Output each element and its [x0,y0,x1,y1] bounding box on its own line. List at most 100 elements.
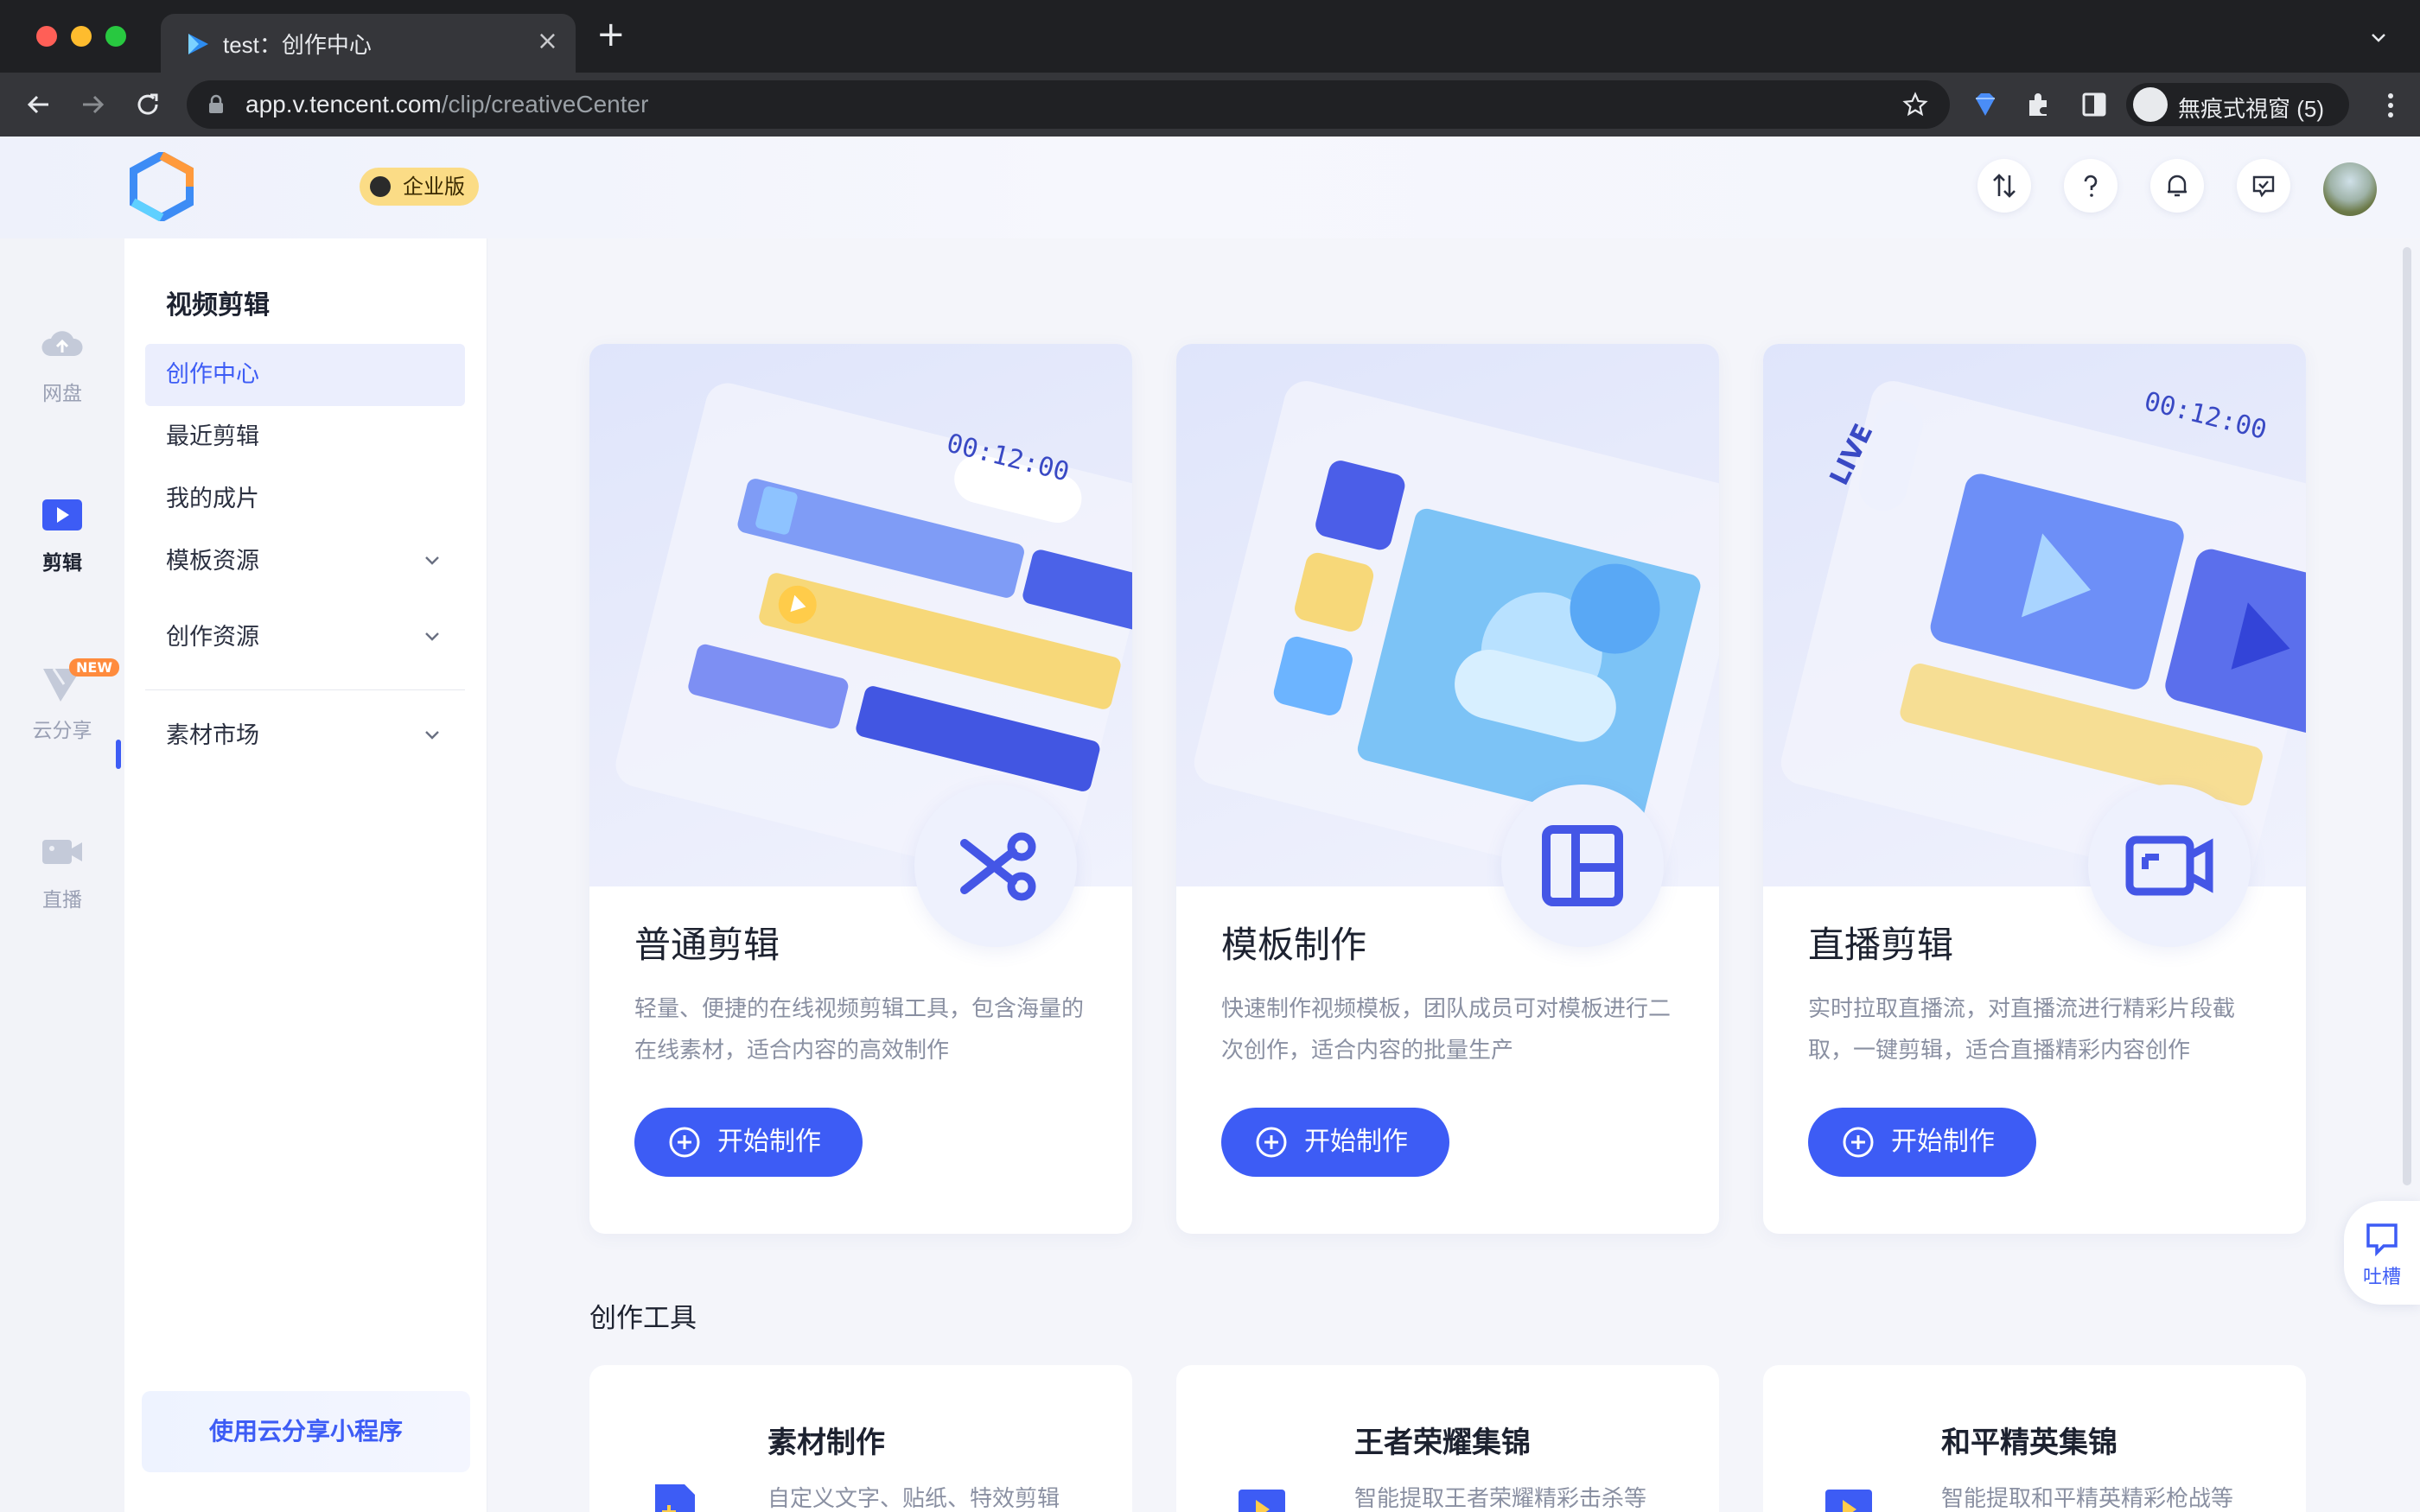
feedback-label: 吐槽 [2362,1267,2401,1288]
page-scrollbar[interactable] [2403,247,2411,1185]
extensions-puzzle-icon[interactable] [2024,90,2054,119]
incognito-label: 無痕式視窗 (5) [2178,96,2325,122]
normal-clip-illustration: 00:12:00 [589,344,1132,886]
rail-item-cloud-share[interactable]: NEW 云分享 [0,658,124,743]
incognito-profile-button[interactable]: 無痕式視窗 (5) [2126,83,2349,126]
video-play-icon [1825,1490,1872,1512]
left-rail: 网盘 剪辑 NEW 云分享 直播 [0,238,124,1512]
rail-active-indicator [116,740,121,769]
start-creating-button[interactable]: 开始制作 [634,1108,863,1177]
video-clip-icon [42,499,82,530]
start-creating-button[interactable]: 开始制作 [1808,1108,2036,1177]
mini-program-button[interactable]: 使用云分享小程序 [142,1391,470,1472]
video-play-icon [1239,1490,1285,1512]
sort-arrows-icon [1993,174,2016,198]
live-illustration: LIVE 00:12:00 [1763,344,2306,886]
tool-description: 自定义文字、贴纸、特效剪辑 [767,1486,1060,1512]
video-capture-icon [2125,835,2213,896]
transfer-button[interactable] [1977,159,2031,213]
chevron-down-icon [425,731,439,740]
lock-icon [209,94,223,113]
main-content: 00:12:00 普通剪辑 轻量、便捷的在线视频剪辑工具，包含海量的在线素材，适… [487,238,2420,1512]
extension-gem-icon[interactable] [1971,90,2000,119]
enterprise-coin-icon [370,176,391,197]
tool-honor-of-kings[interactable]: 王者荣耀集锦 智能提取王者荣耀精彩击杀等 [1176,1365,1719,1512]
chat-bubble-icon [2366,1223,2398,1257]
card-template-making: 模板制作 快速制作视频模板，团队成员可对模板进行二次创作，适合内容的批量生产 开… [1176,344,1719,1234]
tool-title: 和平精英集锦 [1941,1426,2118,1460]
sidebar-item-creative-center[interactable]: 创作中心 [145,344,465,406]
chevron-down-icon [425,632,439,641]
tool-peacekeeper-elite[interactable]: 和平精英集锦 智能提取和平精英精彩枪战等 [1763,1365,2306,1512]
browser-menu-icon[interactable] [2387,92,2394,119]
asset-file-icon [655,1484,695,1512]
plus-circle-icon [669,1127,700,1158]
rail-item-clip[interactable]: 剪辑 [0,491,124,575]
minimize-window-button[interactable] [71,26,92,47]
bell-icon [2168,175,2187,197]
sidebar-item-recent-clips[interactable]: 最近剪辑 [145,406,465,468]
browser-toolbar: app.v.tencent.com/clip/creativeCenter 無痕… [0,73,2420,137]
browser-tab[interactable]: test：创作中心 × [161,14,576,73]
sidebar-title: 视频剪辑 [166,290,270,321]
app-header: 企业版 [0,137,2420,238]
plus-circle-icon [1256,1127,1287,1158]
browser-tabbar: test：创作中心 × + [0,0,2420,73]
chevron-down-icon [425,556,439,565]
plus-circle-icon [1843,1127,1874,1158]
template-illustration [1176,344,1719,886]
reload-icon[interactable] [131,88,164,121]
bookmark-star-icon[interactable] [1901,91,1929,118]
messages-button[interactable] [2237,159,2290,213]
cloud-upload-icon [41,331,83,356]
cloud-template-illustration [1194,381,1719,886]
forward-arrow-icon[interactable] [76,88,109,121]
timecode-text: 00:12:00 [2141,386,2270,446]
app-logo[interactable] [130,152,194,221]
live-stream-illustration: LIVE 00:12:00 [1780,381,2306,886]
user-avatar[interactable] [2323,162,2377,216]
creative-tools-heading: 创作工具 [589,1303,697,1334]
tool-title: 素材制作 [767,1426,885,1460]
timeline-illustration: 00:12:00 [615,383,1132,886]
tab-search-chevron-icon[interactable] [2370,29,2387,47]
card-live-clip: LIVE 00:12:00 直播剪辑 实时拉取直播流，对直播流进行精彩片段截取，… [1763,344,2306,1234]
scissors-icon [960,832,1036,901]
maximize-window-button[interactable] [105,26,126,47]
card-description: 实时拉取直播流，对直播流进行精彩片段截取，一键剪辑，适合直播精彩内容创作 [1808,996,2236,1064]
enterprise-edition-badge: 企业版 [360,168,479,206]
close-window-button[interactable] [36,26,57,47]
tencent-video-favicon [188,34,208,54]
card-title: 普通剪辑 [634,924,780,966]
secondary-sidebar: 视频剪辑 创作中心 最近剪辑 我的成片 模板资源 创作资源 素材市场 使用云分享… [124,238,487,1512]
help-button[interactable] [2064,159,2118,213]
camera-icon [42,840,82,864]
sidebar-item-asset-market[interactable]: 素材市场 [145,705,465,767]
sidebar-item-template-resources[interactable]: 模板资源 [145,530,465,593]
feedback-button[interactable]: 吐槽 [2344,1201,2420,1305]
layout-badge [1501,785,1664,947]
tab-close-icon[interactable]: × [537,26,558,56]
tool-description: 智能提取和平精英精彩枪战等 [1941,1486,2234,1512]
card-title: 直播剪辑 [1808,924,1954,966]
url-text: app.v.tencent.com/clip/creativeCenter [245,91,649,118]
rail-item-live[interactable]: 直播 [0,828,124,912]
notifications-button[interactable] [2150,159,2204,213]
incognito-icon [2133,87,2168,122]
layout-grid-icon [1542,825,1623,906]
live-capture-badge [2088,785,2251,947]
card-title: 模板制作 [1221,924,1367,966]
sidebar-item-my-videos[interactable]: 我的成片 [145,468,465,530]
rail-item-cloud-drive[interactable]: 网盘 [0,321,124,406]
scissors-badge [914,785,1077,947]
address-bar[interactable]: app.v.tencent.com/clip/creativeCenter [187,80,1950,129]
sidebar-divider [145,689,465,690]
start-creating-button[interactable]: 开始制作 [1221,1108,1449,1177]
back-arrow-icon[interactable] [22,88,55,121]
sidebar-item-creative-resources[interactable]: 创作资源 [145,607,465,669]
new-badge: NEW [69,658,119,677]
new-tab-button[interactable]: + [596,17,626,52]
tool-asset-making[interactable]: 素材制作 自定义文字、贴纸、特效剪辑 [589,1365,1132,1512]
card-normal-clip: 00:12:00 普通剪辑 轻量、便捷的在线视频剪辑工具，包含海量的在线素材，适… [589,344,1132,1234]
side-panel-icon[interactable] [2079,90,2109,119]
